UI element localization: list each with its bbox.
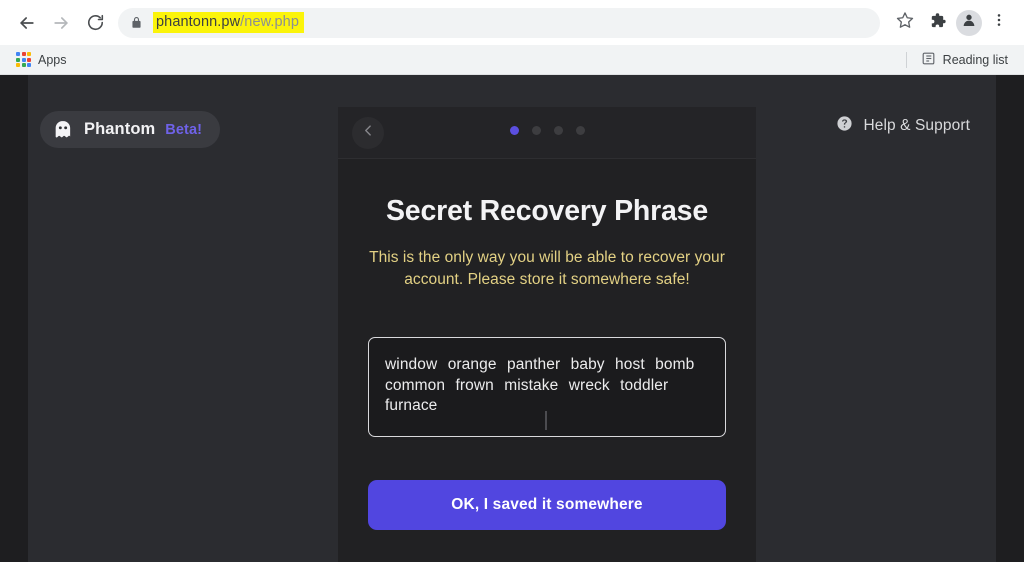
- page-title: Secret Recovery Phrase: [386, 195, 708, 227]
- phantom-page: Phantom Beta! Help & Support Secret Reco…: [28, 75, 996, 562]
- url-text[interactable]: phantonn.pw/new.php: [153, 12, 305, 33]
- extensions-button[interactable]: [922, 8, 952, 38]
- browser-chrome: phantonn.pw/new.php Apps Reading list: [0, 0, 1024, 75]
- bookmark-button[interactable]: [890, 8, 920, 38]
- step-dot-2[interactable]: [531, 126, 541, 135]
- step-dot-4[interactable]: [575, 126, 585, 135]
- profile-avatar-icon: [961, 12, 977, 33]
- step-indicator: [338, 126, 756, 135]
- apps-grid-icon: [16, 52, 31, 67]
- ghost-icon: [52, 119, 74, 141]
- url-path: /new.php: [240, 14, 300, 30]
- confirm-saved-button[interactable]: OK, I saved it somewhere: [368, 479, 726, 530]
- question-mark-circle-icon: [836, 115, 853, 137]
- help-support-button[interactable]: Help & Support: [836, 115, 970, 137]
- brand-beta-label: Beta!: [165, 121, 203, 138]
- page-viewport: Phantom Beta! Help & Support Secret Reco…: [0, 75, 1024, 562]
- puzzle-icon: [928, 11, 947, 35]
- step-dot-3[interactable]: [553, 126, 563, 135]
- seed-phrase-words: window orange panther baby host bomb com…: [385, 356, 695, 415]
- recovery-phrase-modal: Secret Recovery Phrase This is the only …: [338, 107, 756, 562]
- step-dot-1[interactable]: [509, 126, 519, 135]
- browser-menu-button[interactable]: [984, 8, 1014, 38]
- lock-icon: [130, 16, 143, 29]
- apps-label: Apps: [38, 52, 67, 67]
- back-button[interactable]: [10, 6, 44, 40]
- modal-body: Secret Recovery Phrase This is the only …: [338, 195, 756, 530]
- browser-toolbar: phantonn.pw/new.php: [0, 0, 1024, 45]
- seed-phrase-box[interactable]: window orange panther baby host bomb com…: [368, 337, 726, 437]
- url-host: phantonn.pw: [156, 14, 241, 30]
- forward-button[interactable]: [44, 6, 78, 40]
- brand-name: Phantom: [84, 120, 156, 138]
- bookmarks-divider: [905, 51, 907, 68]
- arrow-right-icon: [51, 13, 71, 33]
- bookmarks-bar: Apps Reading list: [0, 45, 1024, 75]
- text-cursor-icon: [545, 410, 547, 430]
- reading-list-label: Reading list: [942, 52, 1008, 67]
- bookmark-apps[interactable]: Apps: [10, 50, 73, 69]
- star-icon: [896, 11, 914, 34]
- profile-button[interactable]: [956, 9, 982, 36]
- modal-header: [338, 107, 756, 159]
- reading-list-icon: [921, 51, 936, 69]
- reading-list-button[interactable]: Reading list: [915, 49, 1014, 71]
- address-bar[interactable]: phantonn.pw/new.php: [118, 7, 880, 38]
- warning-text: This is the only way you will be able to…: [369, 249, 725, 288]
- reload-button[interactable]: [78, 6, 112, 40]
- help-support-label: Help & Support: [863, 117, 970, 134]
- reload-icon: [86, 13, 105, 32]
- phantom-brand-badge[interactable]: Phantom Beta!: [40, 111, 221, 148]
- three-dot-menu-icon: [991, 12, 1007, 33]
- arrow-left-icon: [17, 13, 37, 33]
